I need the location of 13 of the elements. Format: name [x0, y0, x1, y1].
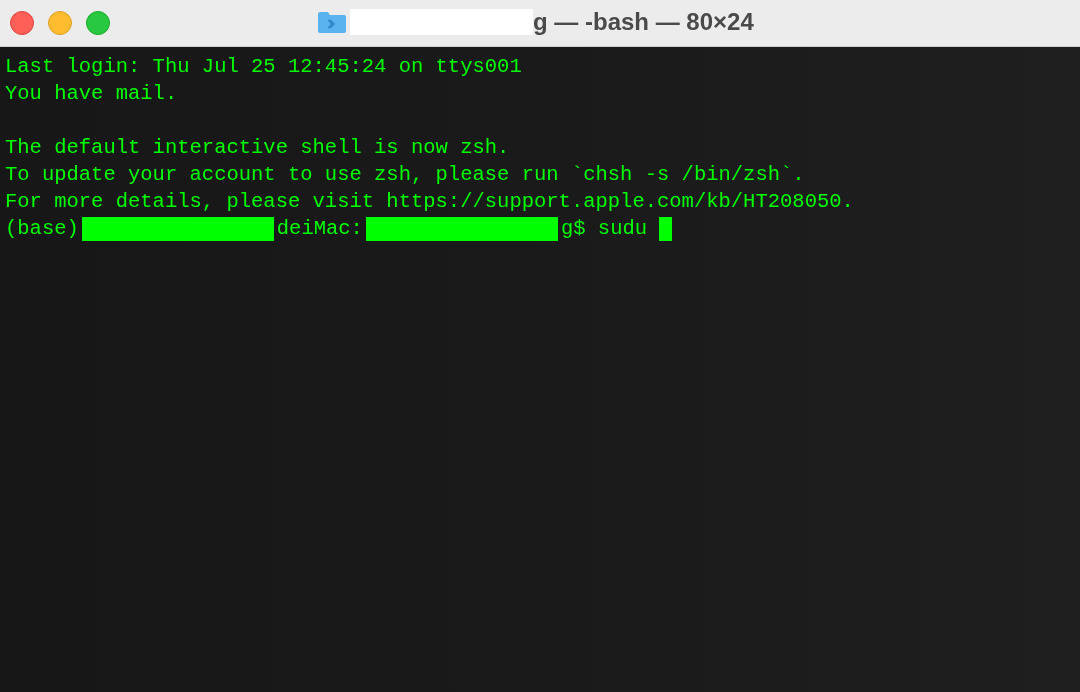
- terminal-line: Last login: Thu Jul 25 12:45:24 on ttys001: [5, 54, 522, 80]
- close-button[interactable]: [10, 11, 34, 35]
- zoom-button[interactable]: [86, 11, 110, 35]
- terminal-line: You have mail.: [5, 81, 178, 107]
- minimize-button[interactable]: [48, 11, 72, 35]
- prompt-text: (base): [5, 216, 79, 242]
- terminal-line: To update your account to use zsh, please run `chsh -s /bin/zsh`.: [5, 162, 805, 188]
- prompt-text: deiMac:: [276, 216, 363, 242]
- prompt-text: g$ sudu: [560, 216, 648, 242]
- window-title: g — -bash — 80×24: [533, 10, 754, 34]
- folder-icon: [317, 10, 347, 34]
- terminal-line: For more details, please visit https://support.apple.com/kb/HT208050.: [5, 189, 854, 215]
- terminal-line: The default interactive shell is now zsh.: [5, 135, 510, 161]
